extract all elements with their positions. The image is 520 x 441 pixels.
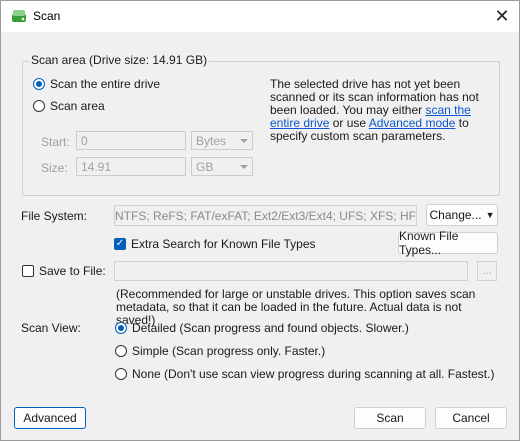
start-unit-select[interactable]: Bytes [191, 131, 253, 150]
size-label: Size: [41, 161, 68, 175]
change-file-system-button[interactable]: Change... ▼ [426, 204, 498, 226]
scan-area-group-label: Scan area (Drive size: 14.91 GB) [29, 53, 210, 67]
browse-button[interactable]: ... [477, 261, 497, 281]
advanced-button[interactable]: Advanced [14, 407, 86, 429]
scan-button[interactable]: Scan [354, 407, 426, 429]
change-button-label: Change... [429, 208, 482, 222]
scan-view-none-label[interactable]: None (Don't use scan view progress durin… [132, 367, 494, 381]
size-input[interactable]: 14.91 [76, 157, 186, 176]
scan-info-text: The selected drive has not yet been scan… [270, 78, 495, 143]
extra-search-label[interactable]: Extra Search for Known File Types [131, 237, 316, 251]
file-system-field: NTFS; ReFS; FAT/exFAT; Ext2/Ext3/Ext4; U… [114, 205, 417, 226]
save-to-file-label[interactable]: Save to File: [39, 264, 106, 278]
cancel-button[interactable]: Cancel [435, 407, 507, 429]
advanced-mode-link[interactable]: Advanced mode [369, 116, 456, 130]
size-unit-value: GB [196, 160, 214, 174]
scan-entire-drive-radio[interactable] [33, 78, 45, 90]
start-input[interactable]: 0 [76, 131, 186, 150]
checkmark-icon: ✓ [115, 238, 125, 249]
info-text-part-2: or use [329, 116, 369, 130]
file-system-label: File System: [21, 209, 88, 223]
close-icon: ✕ [494, 6, 510, 26]
disk-drive-icon [12, 10, 26, 22]
known-file-types-button[interactable]: Known File Types... [398, 229, 498, 257]
scan-view-detailed-label[interactable]: Detailed (Scan progress and found object… [132, 321, 409, 335]
dialog-body: Scan area (Drive size: 14.91 GB) Scan th… [1, 32, 519, 440]
chevron-down-icon [240, 165, 248, 169]
chevron-down-icon: ▼ [485, 210, 495, 220]
scan-area-radio[interactable] [33, 100, 45, 112]
size-unit-select[interactable]: GB [191, 157, 253, 176]
scan-view-simple-label[interactable]: Simple (Scan progress only. Faster.) [132, 344, 325, 358]
scan-view-none-radio[interactable] [115, 368, 127, 380]
scan-view-simple-radio[interactable] [115, 345, 127, 357]
chevron-down-icon [240, 139, 248, 143]
scan-area-label[interactable]: Scan area [50, 99, 105, 113]
start-label: Start: [41, 135, 70, 149]
scan-dialog: Scan ✕ Scan area (Drive size: 14.91 GB) … [0, 0, 520, 441]
scan-entire-drive-label[interactable]: Scan the entire drive [50, 77, 160, 91]
extra-search-checkbox[interactable]: ✓ [114, 238, 126, 250]
save-path-input[interactable] [114, 261, 468, 281]
title-bar: Scan ✕ [1, 1, 519, 32]
start-unit-value: Bytes [196, 134, 227, 148]
close-button[interactable]: ✕ [485, 1, 519, 32]
window-title: Scan [33, 9, 61, 23]
save-to-file-checkbox[interactable] [22, 265, 34, 277]
scan-view-detailed-radio[interactable] [115, 322, 127, 334]
scan-view-label: Scan View: [21, 321, 81, 335]
